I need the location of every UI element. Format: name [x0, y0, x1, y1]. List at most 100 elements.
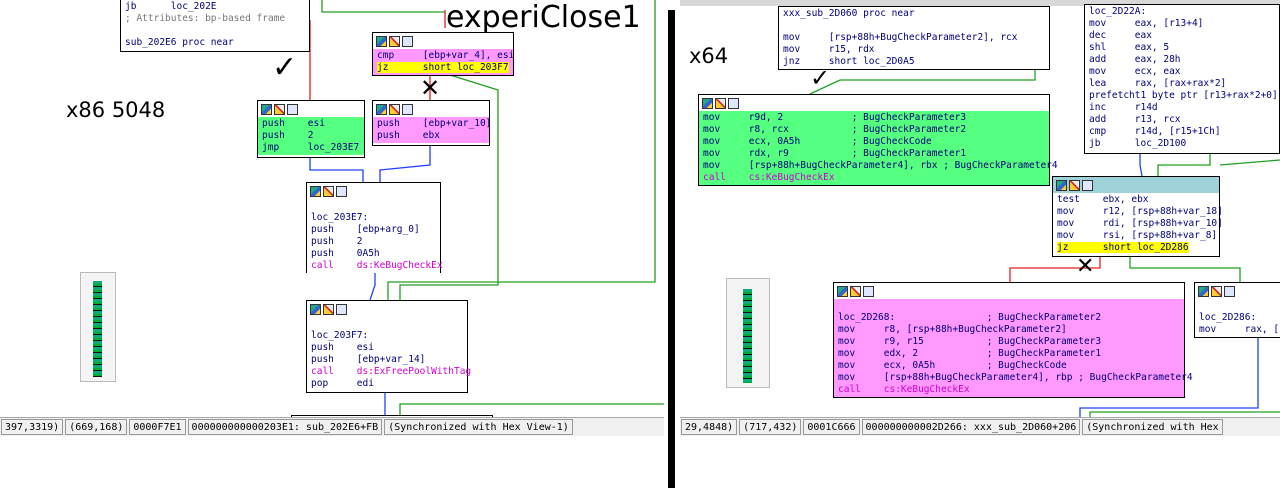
test-ebx-block[interactable]: test ebx, ebx mov r12, [rsp+88h+var_18] …	[1052, 176, 1223, 257]
asm-label: loc_203F7:	[311, 330, 369, 341]
color-icon[interactable]	[310, 185, 321, 197]
asm-line: mov [rsp+88h+BugCheckParameter4], rbp ; …	[838, 372, 1193, 383]
asm-line: mov ecx, 0A5h ; BugCheckCode	[703, 136, 932, 147]
node-toolbar	[699, 95, 1049, 111]
group-icon[interactable]	[336, 185, 347, 197]
group-icon[interactable]	[336, 303, 347, 315]
graph-overview-minimap[interactable]	[726, 278, 770, 388]
group-icon[interactable]	[863, 285, 874, 297]
blank-area	[680, 436, 1280, 488]
group-icon[interactable]	[402, 103, 413, 115]
color-icon[interactable]	[837, 285, 848, 297]
group-icon[interactable]	[402, 35, 413, 47]
edit-icon[interactable]	[389, 35, 400, 47]
node-toolbar	[834, 283, 1184, 299]
edit-icon[interactable]	[850, 285, 861, 297]
asm-line-jz: jz short loc_203F7	[377, 62, 509, 73]
function-entry-block[interactable]: xxx_sub_2D060 proc near mov [rsp+88h+Bug…	[778, 6, 1050, 70]
color-icon[interactable]	[261, 103, 272, 115]
asm-line: push [ebp+arg_0]	[311, 224, 420, 235]
asm-line: prefetcht1 byte ptr [r13+rax*2+0]	[1089, 90, 1278, 101]
status-pos: (669,168)	[65, 419, 128, 435]
asm-line: jb loc_2D100	[1089, 138, 1187, 149]
asm-line: mov [rsp+88h+BugCheckParameter2], rcx	[783, 32, 1018, 43]
node-toolbar	[307, 183, 440, 199]
status-bar: 29,4848) (717,432) 0001C666 000000000002…	[680, 417, 1280, 436]
asm-line: mov r12, [rsp+88h+var_18]	[1057, 206, 1223, 217]
asm-line: add eax, 28h	[1089, 54, 1181, 65]
asm-call-kebugcheckex: call cs:KeBugCheckEx	[703, 172, 835, 183]
edit-icon[interactable]	[323, 185, 334, 197]
left-ida-graph-pane[interactable]: jb loc_202E ; Attributes: bp-based frame…	[0, 0, 664, 488]
arch-label-x86: x86 5048	[66, 98, 166, 122]
group-icon[interactable]	[1082, 179, 1093, 191]
group-icon[interactable]	[1224, 285, 1235, 297]
loc-203F7-block[interactable]: loc_203F7: push esi push [ebp+var_14] ca…	[306, 300, 472, 393]
asm-line: cmp [ebp+var_4], esi	[377, 50, 515, 61]
asm-line-jz: jz short loc_2D286	[1057, 242, 1189, 253]
edit-icon[interactable]	[389, 103, 400, 115]
loc-203E7-block[interactable]: loc_203E7: push [ebp+arg_0] push 2 push …	[306, 182, 443, 273]
check-mark: ✓	[272, 50, 298, 85]
edit-icon[interactable]	[323, 303, 334, 315]
color-icon[interactable]	[376, 35, 387, 47]
edit-icon[interactable]	[715, 97, 726, 109]
status-pos: (717,432)	[739, 419, 802, 435]
group-icon[interactable]	[287, 103, 298, 115]
group-icon[interactable]	[728, 97, 739, 109]
asm-line: mov rdx, r9 ; BugCheckParameter1	[703, 148, 967, 159]
asm-line: pop edi	[311, 378, 374, 389]
asm-line: mov r8, [rsp+88h+BugCheckParameter2]	[838, 324, 1067, 335]
asm-call-exfreepool: call ds:ExFreePoolWithTag	[311, 366, 472, 377]
color-icon[interactable]	[376, 103, 387, 115]
asm-line: lea rax, [rax+rax*2]	[1089, 78, 1227, 89]
status-coords: 397,3319)	[1, 419, 64, 435]
node-toolbar	[258, 101, 364, 117]
blank-area	[0, 436, 664, 488]
arch-label-x64: x64	[689, 44, 729, 68]
color-icon[interactable]	[310, 303, 321, 315]
asm-line: mov rdi, [rsp+88h+var_10]	[1057, 218, 1223, 229]
asm-call-kebugcheckex: call cs:KeBugCheckEx	[838, 384, 970, 395]
asm-line: mov r15, rdx	[783, 44, 875, 55]
asm-line: jnz short loc_2D0A5	[783, 56, 915, 67]
node-toolbar	[1053, 177, 1219, 193]
asm-line: push 2	[311, 236, 363, 247]
cmp-block[interactable]: cmp [ebp+var_4], esi jz short loc_203F7	[372, 32, 514, 76]
loc-2D286-block[interactable]: loc_2D286: mov rax, [r	[1194, 282, 1280, 338]
asm-line: add r13, rcx	[1089, 114, 1181, 125]
asm-line: mov r8, rcx ; BugCheckParameter2	[703, 124, 967, 135]
color-icon[interactable]	[1198, 285, 1209, 297]
color-icon[interactable]	[702, 97, 713, 109]
function-header-block[interactable]: jb loc_202E ; Attributes: bp-based frame…	[120, 0, 310, 52]
node-toolbar	[373, 33, 513, 49]
asm-line: mov ecx, eax	[1089, 66, 1181, 77]
cross-mark: ✕	[420, 74, 441, 102]
header-attributes: ; Attributes: bp-based frame	[125, 13, 286, 24]
experiment-title: experiClose1	[446, 0, 641, 35]
asm-line: push ebx	[377, 130, 440, 141]
asm-line: push 0A5h	[311, 248, 380, 259]
push-esi-block[interactable]: push esi push 2 jmp loc_203E7	[257, 100, 365, 158]
graph-overview-minimap[interactable]	[80, 272, 116, 382]
edit-icon[interactable]	[1069, 179, 1080, 191]
right-ida-graph-pane[interactable]: xxx_sub_2D060 proc near mov [rsp+88h+Bug…	[680, 0, 1280, 488]
pink-bugcheck-block-loc-2D268[interactable]: loc_2D268: ; BugCheckParameter2 mov r8, …	[833, 282, 1193, 398]
asm-line: mov rax, [r	[1199, 324, 1280, 335]
minimap-graph	[743, 289, 752, 383]
edit-icon[interactable]	[274, 103, 285, 115]
status-bar: 397,3319) (669,168) 0000F7E1 00000000000…	[0, 417, 664, 436]
edit-icon[interactable]	[1211, 285, 1222, 297]
color-icon[interactable]	[1056, 179, 1067, 191]
asm-line: push [ebp+var_10]	[377, 118, 492, 129]
minimap-graph	[93, 281, 102, 377]
green-bugcheck-block[interactable]: mov r9d, 2 ; BugCheckParameter3 mov r8, …	[698, 94, 1058, 186]
status-sync: (Synchronized with Hex	[1082, 419, 1223, 435]
push-var10-block[interactable]: push [ebp+var_10] push ebx	[372, 100, 492, 146]
loop-block-loc-2D22A[interactable]: loc_2D22A: mov eax, [r13+4] dec eax shl …	[1084, 4, 1280, 154]
asm-line: push esi	[311, 342, 374, 353]
asm-line: test ebx, ebx	[1057, 194, 1149, 205]
header-line-jb: jb loc_202E	[125, 1, 217, 12]
status-offset: 0000F7E1	[129, 419, 186, 435]
status-sync: (Synchronized with Hex View-1)	[384, 419, 573, 435]
